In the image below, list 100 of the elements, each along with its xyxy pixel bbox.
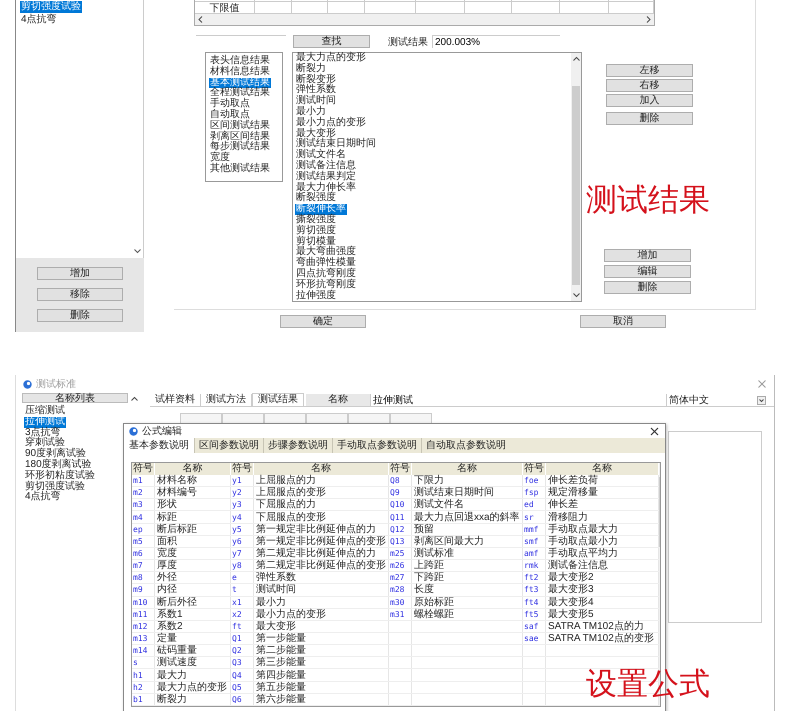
list-item[interactable]: 剪切强度试验 (20, 1, 82, 13)
scroll-down-icon[interactable] (572, 293, 580, 298)
category-item[interactable]: 材料信息结果 (209, 66, 271, 78)
scroll-thumb[interactable] (572, 86, 580, 285)
list-button[interactable]: 移除 (37, 288, 123, 301)
scroll-up-icon[interactable] (131, 396, 138, 400)
scroll-up-icon[interactable] (572, 56, 580, 61)
symbol-cell: ft3 (524, 585, 538, 594)
result-field[interactable]: 200.003% (432, 35, 560, 48)
category-item[interactable]: 自动取点 (209, 110, 251, 121)
result-item[interactable]: 最小力 (295, 106, 327, 118)
name-cell: 断后外径 (157, 596, 197, 608)
scroll-right-icon[interactable] (646, 16, 651, 23)
name-cell: 系数2 (157, 620, 183, 632)
app-icon (23, 380, 32, 388)
result-item[interactable]: 测试备注信息 (295, 160, 357, 172)
tab[interactable]: 试样资料 (150, 394, 201, 406)
list-button[interactable]: 增加 (37, 267, 123, 280)
tab[interactable]: 基本参数说明 (124, 438, 194, 453)
name-cell: SATRA TM102点的变形 (548, 633, 654, 644)
name-cell: 第三步能量 (256, 657, 306, 668)
symbol-cell: Q6 (232, 694, 242, 704)
symbol-cell: mmf (524, 524, 538, 534)
symbol-cell: Q12 (390, 524, 404, 534)
cancel-button[interactable]: 取消 (580, 314, 666, 328)
result-item[interactable]: 测试文件名 (295, 150, 347, 161)
tab[interactable]: 区间参数说明 (194, 438, 263, 453)
edit-button[interactable]: 删除 (604, 281, 691, 294)
move-button[interactable]: 删除 (606, 112, 693, 125)
list-item[interactable]: 4点抗弯 (24, 492, 62, 504)
scrollbar[interactable] (195, 14, 654, 25)
symbol-cell: m10 (133, 598, 148, 607)
list-item[interactable]: 180度剥离试验 (24, 460, 93, 471)
column-header: 符号 (232, 463, 252, 474)
list-button[interactable]: 删除 (37, 309, 123, 322)
name-cell: 最大力点的变形 (157, 682, 227, 693)
name-cell: 测试速度 (157, 657, 197, 668)
tab[interactable]: 手动取点参数说明 (332, 438, 421, 453)
language-dropdown[interactable]: 简体中文 (666, 394, 766, 406)
name-cell: 最大变形2 (548, 572, 594, 584)
result-item[interactable]: 断裂强度 (295, 193, 337, 204)
symbol-cell: m4 (133, 512, 143, 522)
name-cell: 测试时间 (256, 584, 296, 596)
tab[interactable]: 自动取点参数说明 (421, 438, 510, 453)
name-cell: 系数1 (157, 608, 183, 620)
result-item[interactable]: 剪切强度 (295, 226, 337, 237)
tab[interactable]: 步骤参数说明 (263, 438, 332, 453)
category-item[interactable]: 手动取点 (209, 99, 251, 110)
name-cell: 最大变形 (256, 620, 296, 632)
list-item[interactable]: 4点抗弯 (20, 14, 58, 26)
category-item[interactable]: 其他测试结果 (209, 164, 271, 175)
symbol-cell: Q5 (232, 682, 242, 692)
result-item[interactable]: 四点抗弯刚度 (295, 268, 357, 280)
category-item[interactable]: 宽度 (209, 153, 231, 164)
name-cell: 最小力 (256, 596, 286, 608)
name-cell: 手动取点最小力 (548, 536, 618, 547)
scrollbar[interactable] (571, 53, 581, 301)
name-cell: 最大力 (157, 670, 187, 681)
name-cell: 测试文件名 (414, 499, 464, 510)
tab[interactable]: 测试结果 (252, 393, 304, 406)
category-item[interactable]: 区间测试结果 (209, 120, 271, 132)
column-header[interactable]: 名称列表 (22, 393, 128, 403)
name-cell: 原始标距 (414, 596, 454, 608)
symbol-cell: ft5 (524, 610, 538, 619)
scroll-down-icon[interactable] (134, 249, 141, 254)
list-item[interactable]: 压缩测试 (24, 406, 66, 417)
result-item[interactable]: 测试时间 (295, 96, 337, 107)
symbol-cell: Q2 (232, 646, 242, 656)
symbol-cell: ep (133, 524, 143, 534)
list-item[interactable]: 90度剥离试验 (24, 449, 88, 460)
name-cell: 下限力 (414, 475, 444, 486)
symbol-cell: foe (524, 476, 538, 486)
scroll-left-icon[interactable] (198, 16, 203, 23)
result-item[interactable]: 最大力点的变形 (295, 53, 367, 64)
symbol-cell: m2 (133, 488, 143, 498)
edit-button[interactable]: 编辑 (604, 265, 691, 278)
window-title: 测试标准 (36, 378, 76, 391)
field-label: 名称 (306, 394, 370, 406)
close-icon[interactable] (650, 426, 659, 436)
symbol-cell: smf (524, 536, 538, 546)
ok-button[interactable]: 确定 (280, 314, 366, 328)
edit-button[interactable]: 增加 (604, 249, 691, 262)
symbol-cell: y8 (232, 561, 242, 570)
move-button[interactable]: 加入 (606, 94, 693, 107)
name-cell: 第六步能量 (256, 694, 306, 705)
result-item[interactable]: 拉伸强度 (295, 290, 337, 302)
move-button[interactable]: 左移 (606, 64, 693, 77)
search-button[interactable]: 查找 (293, 35, 370, 48)
result-item[interactable]: 弯曲弹性模量 (295, 258, 357, 269)
list-item[interactable]: 环形初粘度试验 (24, 470, 96, 482)
move-button[interactable]: 右移 (606, 79, 693, 92)
result-item[interactable]: 环形抗弯刚度 (295, 280, 357, 291)
dropdown-icon[interactable] (757, 396, 766, 404)
result-item[interactable]: 最小力点的变形 (295, 118, 367, 129)
result-item[interactable]: 测试结果判定 (295, 172, 357, 183)
symbol-cell: fsp (524, 488, 538, 498)
name-cell: 规定滑移量 (548, 487, 598, 498)
result-item[interactable]: 断裂力 (295, 64, 327, 75)
category-item[interactable]: 表头信息结果 (209, 56, 271, 67)
result-item[interactable]: 撕裂强度 (295, 214, 337, 226)
